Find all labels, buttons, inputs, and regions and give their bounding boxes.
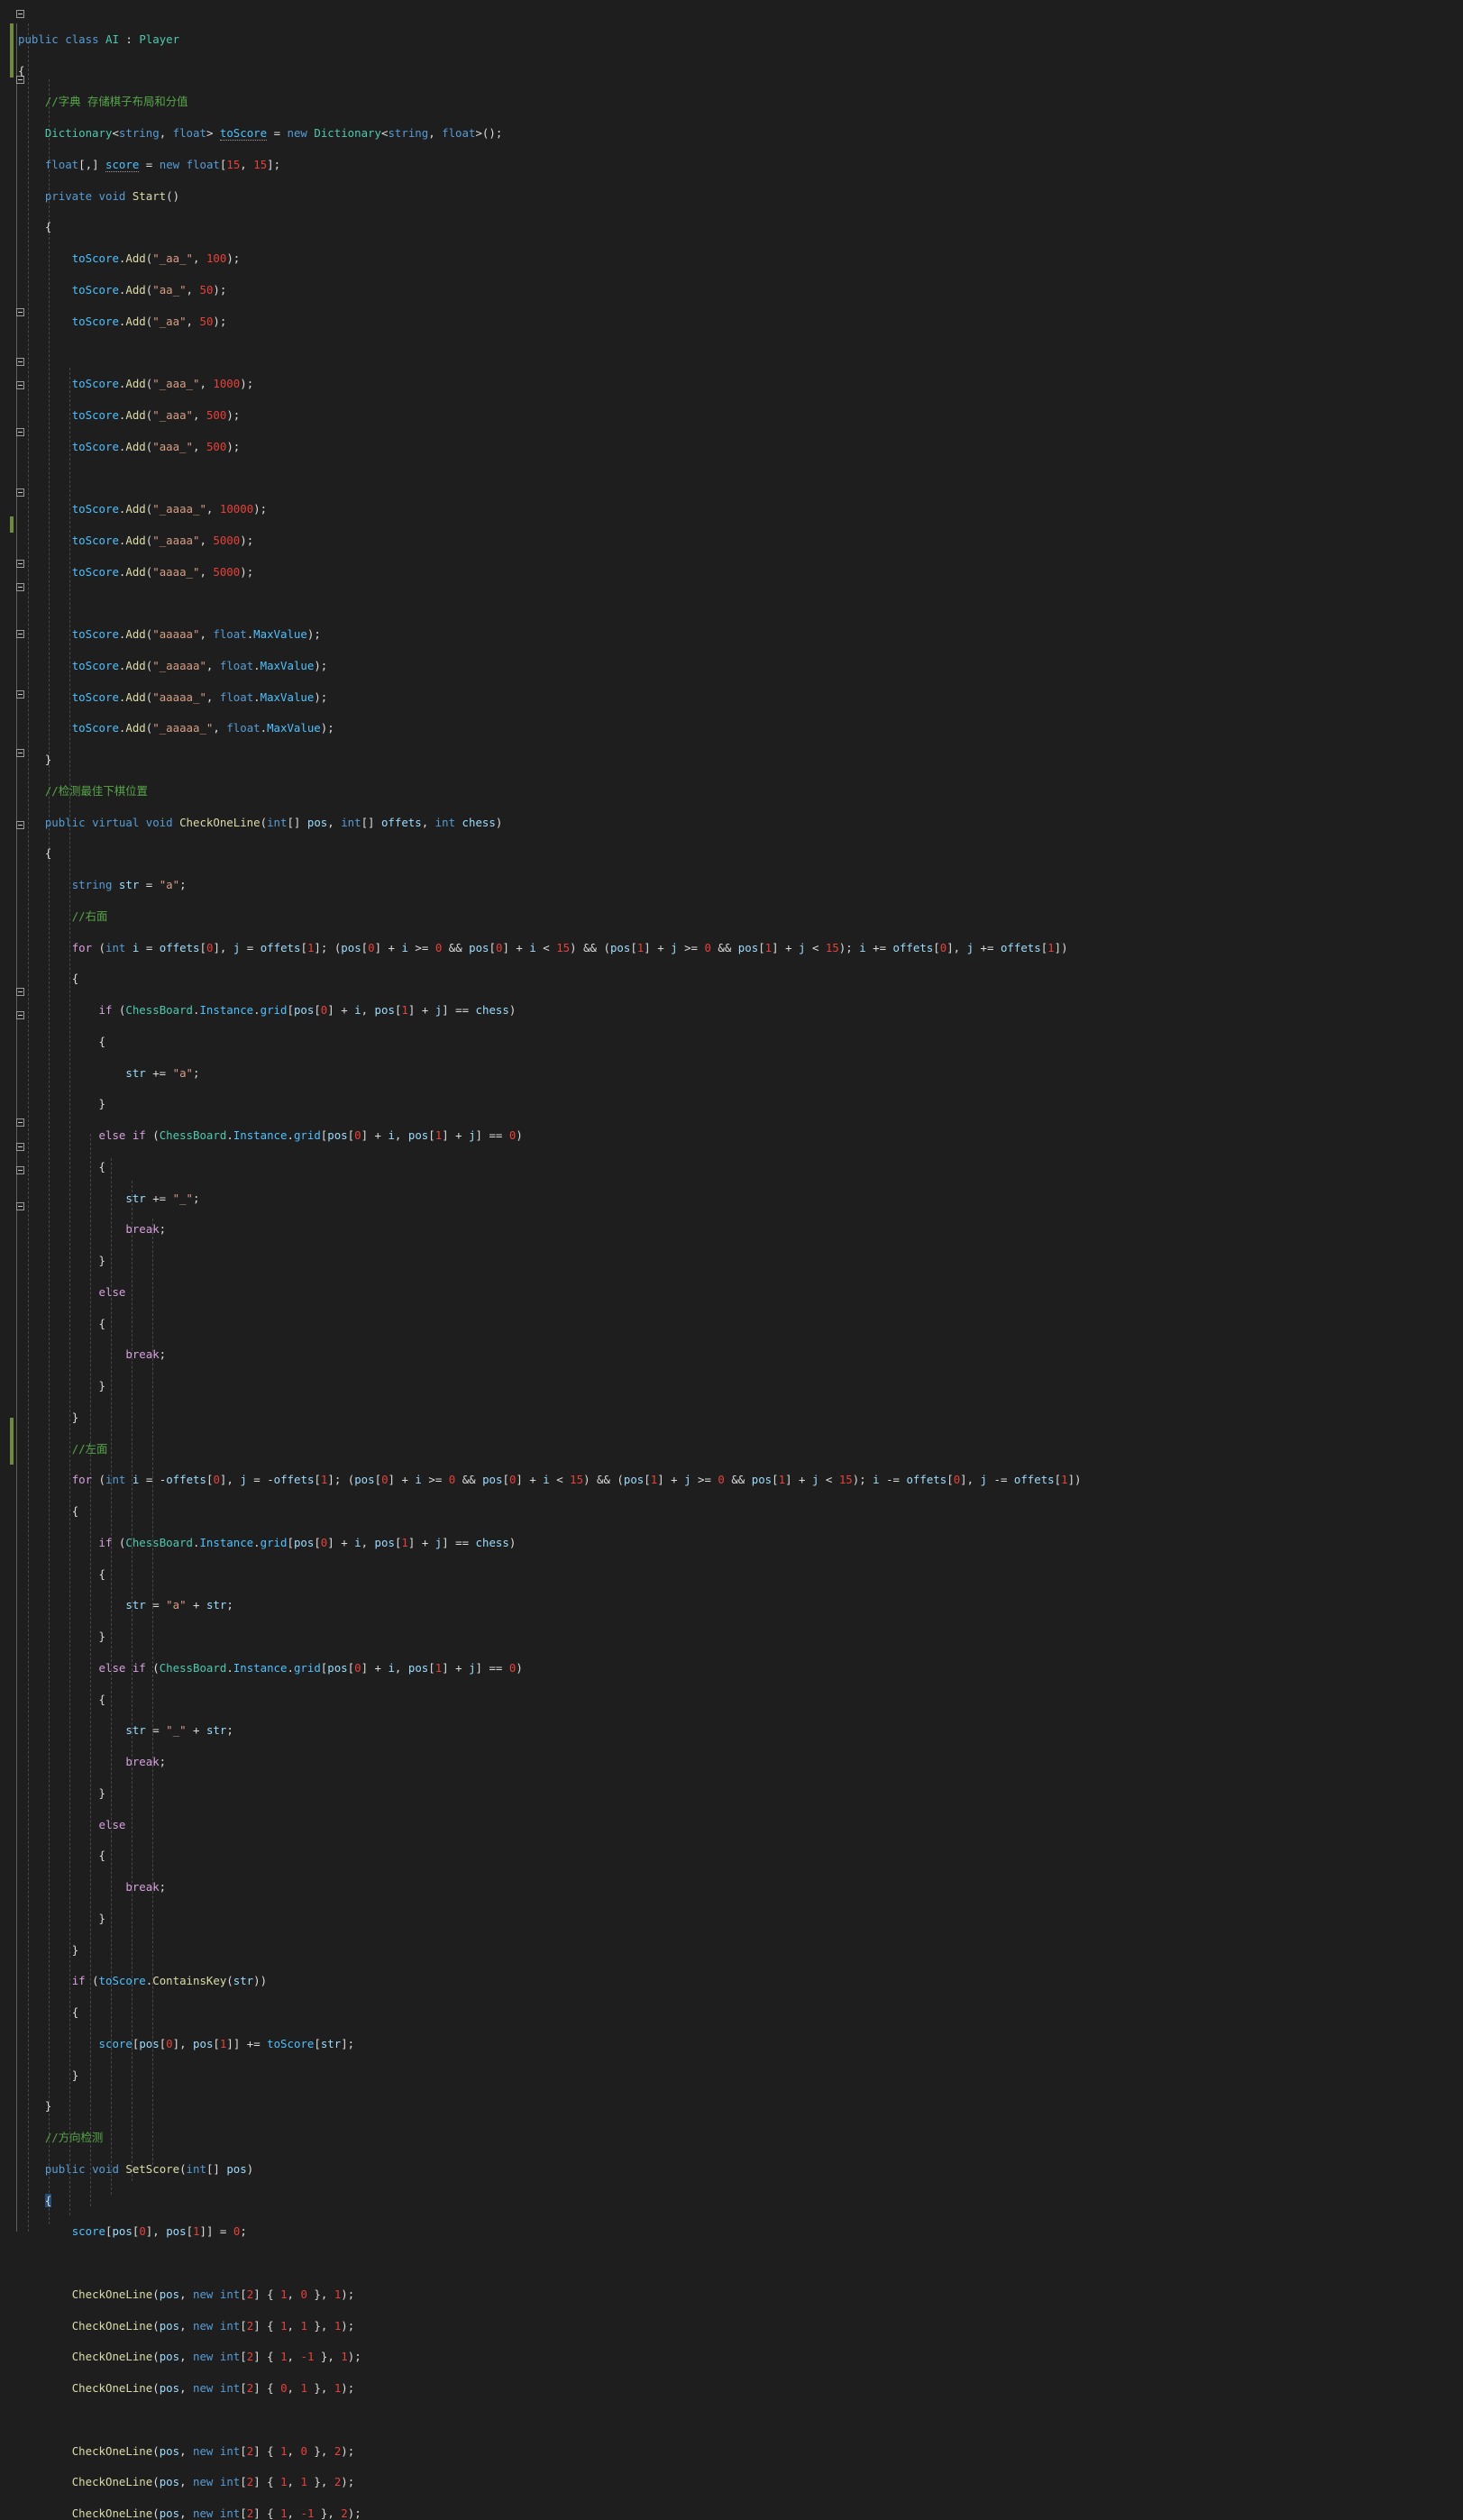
code-line[interactable]: } [0, 1629, 1463, 1644]
code-line[interactable]: break; [0, 1754, 1463, 1769]
code-surface[interactable]: public class AI : Player { //字典 存储棋子布局和分… [0, 0, 1463, 2520]
code-line[interactable]: score[pos[0], pos[1]] += toScore[str]; [0, 2036, 1463, 2051]
code-line[interactable]: { [0, 845, 1463, 861]
code-line[interactable]: //右面 [0, 908, 1463, 924]
code-line[interactable]: else if (ChessBoard.Instance.grid[pos[0]… [0, 1128, 1463, 1143]
code-line[interactable]: toScore.Add("_aa", 50); [0, 314, 1463, 329]
code-line[interactable]: toScore.Add("_aa_", 100); [0, 251, 1463, 266]
code-line[interactable]: break; [0, 1221, 1463, 1237]
code-line[interactable]: else [0, 1284, 1463, 1300]
code-line[interactable]: str = "_" + str; [0, 1722, 1463, 1738]
code-line[interactable]: toScore.Add("_aaa", 500); [0, 407, 1463, 423]
code-line[interactable]: Dictionary<string, float> toScore = new … [0, 125, 1463, 141]
code-line[interactable]: toScore.Add("aaaaa_", float.MaxValue); [0, 689, 1463, 705]
code-line[interactable]: CheckOneLine(pos, new int[2] { 1, 1 }, 1… [0, 2318, 1463, 2333]
code-line[interactable]: toScore.Add("_aaaaa", float.MaxValue); [0, 658, 1463, 673]
comment-dictionary-note: //字典 存储棋子布局和分值 [44, 95, 188, 109]
code-line-blank[interactable] [0, 2412, 1463, 2427]
code-line[interactable]: CheckOneLine(pos, new int[2] { 1, 0 }, 1… [0, 2287, 1463, 2302]
code-line[interactable]: //字典 存储棋子布局和分值 [0, 94, 1463, 109]
code-line[interactable]: CheckOneLine(pos, new int[2] { 0, 1 }, 1… [0, 2380, 1463, 2396]
code-line[interactable]: str += "a"; [0, 1065, 1463, 1081]
code-line[interactable]: { [0, 1316, 1463, 1331]
code-line[interactable]: if (toScore.ContainsKey(str)) [0, 1973, 1463, 1988]
code-line[interactable]: for (int i = -offets[0], j = -offets[1];… [0, 1472, 1463, 1487]
code-line[interactable]: toScore.Add("aaaa_", 5000); [0, 564, 1463, 580]
code-line[interactable]: { [0, 971, 1463, 986]
code-line[interactable]: { [0, 1034, 1463, 1049]
code-line[interactable]: //检测最佳下棋位置 [0, 783, 1463, 799]
code-line[interactable]: toScore.Add("_aaaa_", 10000); [0, 501, 1463, 516]
code-line[interactable]: { [0, 2193, 1463, 2208]
code-line[interactable]: else if (ChessBoard.Instance.grid[pos[0]… [0, 1660, 1463, 1675]
code-line[interactable]: break; [0, 1347, 1463, 1362]
code-line[interactable]: public class AI : Player [0, 32, 1463, 47]
code-line[interactable]: } [0, 2068, 1463, 2083]
code-line[interactable]: { [0, 63, 1463, 78]
comment-left-side: //左面 [71, 1441, 108, 1456]
code-line-blank[interactable] [0, 470, 1463, 485]
code-line[interactable]: toScore.Add("_aaa_", 1000); [0, 376, 1463, 391]
code-line[interactable]: } [0, 1942, 1463, 1958]
code-line[interactable]: } [0, 1785, 1463, 1801]
code-line[interactable]: toScore.Add("_aaaaa_", float.MaxValue); [0, 720, 1463, 735]
comment-check-best-position: //检测最佳下棋位置 [44, 783, 148, 798]
code-line[interactable]: CheckOneLine(pos, new int[2] { 1, 1 }, 2… [0, 2474, 1463, 2489]
code-line[interactable]: { [0, 219, 1463, 234]
code-line[interactable]: { [0, 1692, 1463, 1707]
code-line[interactable]: //方向检测 [0, 2130, 1463, 2145]
code-line-blank[interactable] [0, 344, 1463, 360]
code-line[interactable]: private void Start() [0, 188, 1463, 204]
code-line[interactable]: CheckOneLine(pos, new int[2] { 1, 0 }, 2… [0, 2443, 1463, 2459]
brace-match-open: { [44, 2193, 52, 2207]
comment-direction-check: //方向检测 [44, 2131, 104, 2144]
code-line[interactable]: score[pos[0], pos[1]] = 0; [0, 2223, 1463, 2239]
code-line[interactable]: if (ChessBoard.Instance.grid[pos[0] + i,… [0, 1002, 1463, 1018]
code-line-blank[interactable] [0, 595, 1463, 610]
code-line[interactable]: } [0, 2098, 1463, 2114]
code-line[interactable]: { [0, 1848, 1463, 1863]
code-line[interactable]: else [0, 1817, 1463, 1832]
code-line[interactable]: break; [0, 1879, 1463, 1895]
code-line[interactable]: } [0, 1253, 1463, 1268]
code-line-blank[interactable] [0, 2255, 1463, 2270]
code-line[interactable]: public virtual void CheckOneLine(int[] p… [0, 815, 1463, 830]
code-line[interactable]: public void SetScore(int[] pos) [0, 2161, 1463, 2177]
code-line[interactable]: float[,] score = new float[15, 15]; [0, 157, 1463, 172]
code-editor[interactable]: public class AI : Player { //字典 存储棋子布局和分… [0, 0, 1463, 2520]
code-line[interactable]: { [0, 1566, 1463, 1582]
code-line[interactable]: CheckOneLine(pos, new int[2] { 1, -1 }, … [0, 2349, 1463, 2364]
code-line[interactable]: for (int i = offets[0], j = offets[1]; (… [0, 940, 1463, 955]
code-line[interactable]: toScore.Add("aaa_", 500); [0, 439, 1463, 454]
code-line[interactable]: } [0, 1911, 1463, 1926]
code-line[interactable]: //左面 [0, 1441, 1463, 1456]
code-line[interactable]: toScore.Add("aa_", 50); [0, 282, 1463, 297]
code-line[interactable]: toScore.Add("aaaaa", float.MaxValue); [0, 626, 1463, 642]
code-line[interactable]: } [0, 1410, 1463, 1425]
code-line[interactable]: } [0, 1096, 1463, 1111]
comment-right-side: //右面 [71, 908, 108, 923]
code-line[interactable]: str += "_"; [0, 1191, 1463, 1206]
code-line[interactable]: } [0, 752, 1463, 767]
code-line[interactable]: if (ChessBoard.Instance.grid[pos[0] + i,… [0, 1535, 1463, 1550]
code-line[interactable]: toScore.Add("_aaaa", 5000); [0, 533, 1463, 548]
code-line[interactable]: } [0, 1378, 1463, 1393]
code-line[interactable]: str = "a" + str; [0, 1597, 1463, 1612]
code-line[interactable]: string str = "a"; [0, 877, 1463, 892]
code-line[interactable]: { [0, 1503, 1463, 1519]
code-line[interactable]: { [0, 1159, 1463, 1174]
code-line[interactable]: CheckOneLine(pos, new int[2] { 1, -1 }, … [0, 2506, 1463, 2520]
code-line[interactable]: { [0, 2004, 1463, 2020]
